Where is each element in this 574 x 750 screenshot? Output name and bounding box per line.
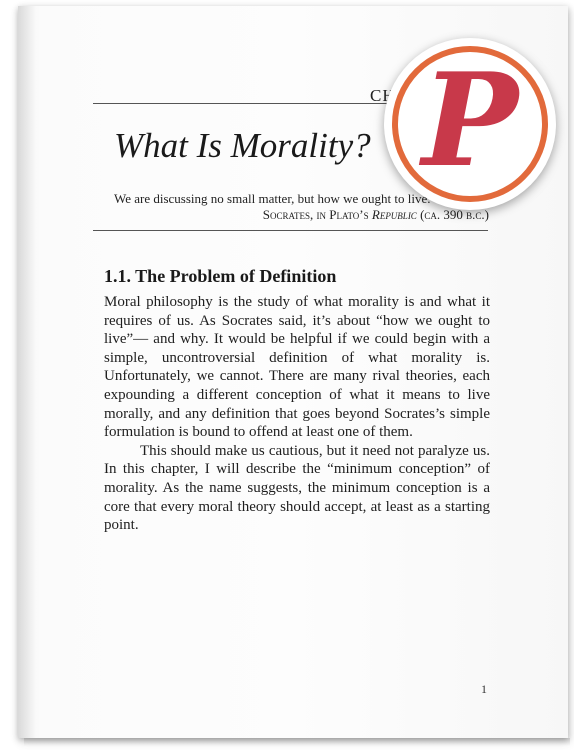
paragraph-2: This should make us cautious, but it nee… — [104, 442, 490, 534]
badge-letter-logo: P — [421, 46, 519, 196]
epigraph-source: Socrates, in Plato’s Republic (ca. 390 b… — [263, 207, 489, 223]
page-number: 1 — [481, 682, 487, 696]
chapter-title: What Is Morality? — [114, 126, 371, 165]
epigraph-source-author: Socrates, in Plato’s — [262, 207, 372, 222]
body-text: Moral philosophy is the study of what mo… — [104, 293, 490, 535]
section-heading: 1.1. The Problem of Definition — [104, 266, 337, 286]
epigraph-source-work: Republic — [371, 207, 417, 222]
paragraph-1: Moral philosophy is the study of what mo… — [104, 294, 490, 441]
spine-shade — [18, 6, 36, 738]
page-shadow — [24, 738, 570, 746]
epigraph-rule-bottom — [93, 230, 488, 231]
p-logo-badge: P — [384, 38, 556, 210]
